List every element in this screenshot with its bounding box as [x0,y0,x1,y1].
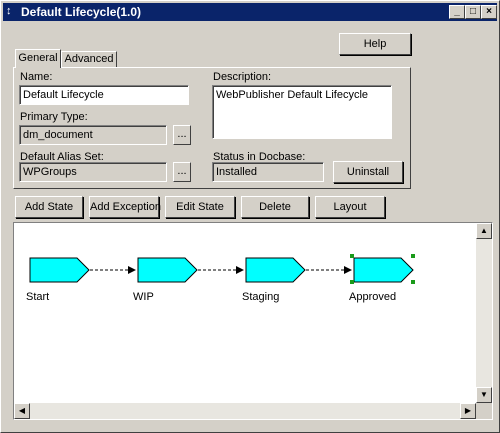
selection-handle[interactable] [411,280,415,284]
primary-type-field: dm_document [19,125,167,145]
tab-advanced[interactable]: Advanced [61,51,117,67]
vertical-scrollbar[interactable]: ▲ ▼ [476,223,492,403]
name-label: Name: [20,71,53,83]
description-field[interactable]: WebPublisher Default Lifecycle [212,85,392,139]
state-shape-staging[interactable] [245,257,306,283]
scroll-right-icon[interactable]: ▶ [460,403,476,419]
window-title: Default Lifecycle(1.0) [21,5,142,19]
state-shape-wip[interactable] [137,257,198,283]
state-shape-start[interactable] [29,257,90,283]
title-bar[interactable]: ↕ Default Lifecycle(1.0) _ □ × [3,3,497,21]
help-button[interactable]: Help [339,33,411,55]
close-icon[interactable]: × [481,5,497,19]
primary-type-label: Primary Type: [20,111,88,123]
delete-button[interactable]: Delete [241,196,309,218]
status-field: Installed [212,162,324,182]
name-field[interactable]: Default Lifecycle [19,85,189,105]
diagram-svg [29,257,414,283]
scroll-up-icon[interactable]: ▲ [476,223,492,239]
maximize-icon[interactable]: □ [465,5,481,19]
selection-handle[interactable] [350,280,354,284]
scrollbar-corner [476,403,492,419]
default-alias-set-field: WPGroups [19,162,167,182]
window-menu-icon[interactable]: ↕ [6,5,16,17]
scroll-left-icon[interactable]: ◀ [14,403,30,419]
horizontal-scrollbar[interactable]: ◀ ▶ [14,403,476,419]
selection-handle[interactable] [350,254,354,258]
minimize-icon[interactable]: _ [449,5,465,19]
edit-state-button[interactable]: Edit State [165,196,235,218]
state-label-approved: Approved [349,291,397,303]
layout-button[interactable]: Layout [315,196,385,218]
description-label: Description: [213,71,272,83]
primary-type-browse-button[interactable]: ... [173,125,191,145]
uninstall-button[interactable]: Uninstall [333,161,403,183]
lifecycle-window: ↕ Default Lifecycle(1.0) _ □ × Help Gene… [0,0,500,433]
add-state-button[interactable]: Add State [15,196,83,218]
state-label-staging: Staging [242,291,280,303]
tab-general[interactable]: General [15,49,61,68]
state-label-wip: WIP [133,291,154,303]
alias-set-browse-button[interactable]: ... [173,162,191,182]
add-exception-button[interactable]: Add Exception [89,196,161,218]
state-label-start: Start [26,291,50,303]
lifecycle-diagram-canvas[interactable]: Start WIP Staging Approved ▲ ▼ ◀ ▶ [13,222,493,420]
state-shape-approved[interactable] [353,257,414,283]
selection-handle[interactable] [411,254,415,258]
scroll-down-icon[interactable]: ▼ [476,387,492,403]
